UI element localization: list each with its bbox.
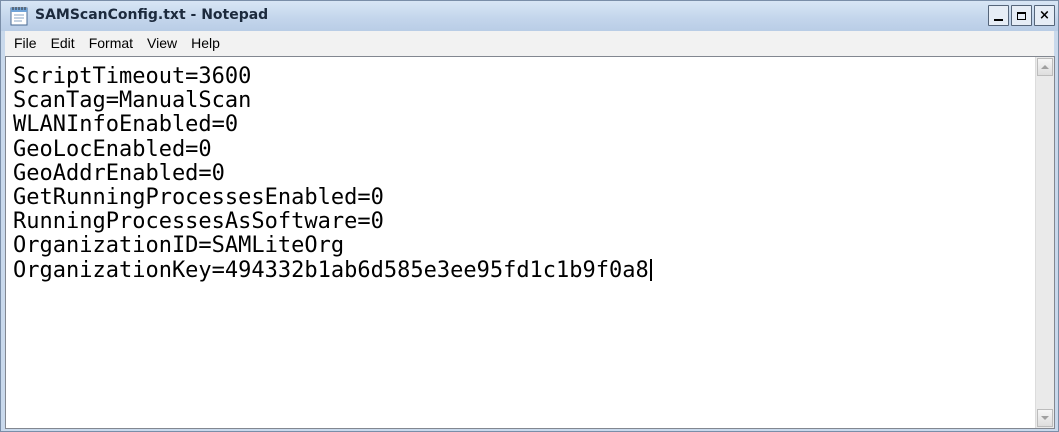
text-line: WLANInfoEnabled=0	[13, 112, 239, 138]
notepad-window: SAMScanConfig.txt - Notepad × File Edit …	[0, 0, 1059, 432]
text-line: GeoAddrEnabled=0	[13, 160, 225, 186]
text-line-last: OrganizationKey=494332b1ab6d585e3ee95fd1…	[13, 257, 1036, 283]
vertical-scrollbar[interactable]	[1035, 57, 1054, 428]
text-line: OrganizationID=SAMLiteOrg	[13, 233, 345, 259]
chevron-down-icon	[1041, 416, 1049, 420]
chevron-up-icon	[1041, 65, 1049, 69]
text-line: ScanTag=ManualScan	[13, 88, 252, 114]
text-line-content: OrganizationKey=494332b1ab6d585e3ee95fd1…	[13, 257, 649, 283]
maximize-icon	[1017, 11, 1026, 20]
scroll-down-button[interactable]	[1037, 409, 1053, 427]
editor-frame: ScriptTimeout=3600 ScanTag=ManualScan WL…	[5, 56, 1055, 429]
text-editor[interactable]: ScriptTimeout=3600 ScanTag=ManualScan WL…	[6, 57, 1036, 428]
menu-view[interactable]: View	[141, 31, 183, 56]
close-button[interactable]: ×	[1034, 5, 1055, 26]
text-line: GetRunningProcessesEnabled=0	[13, 184, 384, 210]
menu-edit[interactable]: Edit	[45, 31, 81, 56]
window-controls: ×	[986, 5, 1055, 27]
text-line: ScriptTimeout=3600	[13, 64, 252, 89]
menu-file[interactable]: File	[8, 31, 43, 56]
close-icon: ×	[1039, 8, 1050, 23]
text-line: GeoLocEnabled=0	[13, 136, 212, 162]
menu-format[interactable]: Format	[83, 31, 139, 56]
window-title: SAMScanConfig.txt - Notepad	[35, 7, 269, 23]
menu-bar: File Edit Format View Help	[5, 31, 1054, 57]
minimize-icon	[994, 18, 1003, 21]
text-line: RunningProcessesAsSoftware=0	[13, 209, 384, 235]
minimize-button[interactable]	[988, 5, 1009, 26]
title-bar[interactable]: SAMScanConfig.txt - Notepad ×	[1, 1, 1058, 31]
text-caret	[649, 258, 652, 281]
scroll-up-button[interactable]	[1037, 58, 1053, 76]
maximize-button[interactable]	[1011, 5, 1032, 26]
notepad-icon	[10, 6, 28, 26]
menu-help[interactable]: Help	[185, 31, 226, 56]
